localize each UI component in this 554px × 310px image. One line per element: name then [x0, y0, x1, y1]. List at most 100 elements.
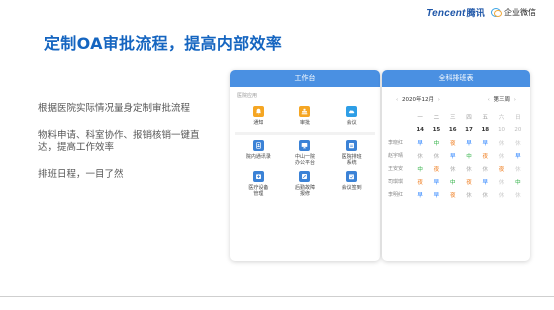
app-label: 院内通讯录 — [245, 154, 271, 160]
month-label: 2020年12月 — [401, 97, 434, 103]
monitor-icon — [299, 140, 311, 151]
shift-cell[interactable]: 夜 — [477, 149, 493, 162]
date-label[interactable]: 15 — [428, 123, 444, 136]
calendar-check-icon — [346, 171, 358, 182]
app-scheduling-system[interactable]: 医院排班 系统 — [332, 140, 372, 166]
device-icon — [252, 171, 264, 182]
shift-cell[interactable]: 休 — [510, 188, 526, 201]
grid-corner — [388, 110, 412, 123]
footer-divider — [0, 296, 554, 297]
shift-cell[interactable]: 中 — [412, 162, 428, 175]
shift-cell[interactable]: 休 — [493, 188, 509, 201]
shift-cell[interactable]: 夜 — [445, 136, 461, 149]
staff-name: 李晓红 — [388, 140, 404, 146]
shift-cell[interactable]: 早 — [477, 175, 493, 188]
app-meeting[interactable]: 会议 — [332, 106, 372, 126]
week-label: 第三周 — [493, 97, 511, 103]
shift-cell[interactable]: 休 — [412, 149, 428, 162]
app-label: 审批 — [299, 120, 310, 126]
tencent-logo: Tencent腾讯 — [426, 8, 485, 19]
shift-cell[interactable]: 夜 — [461, 175, 477, 188]
shift-cell[interactable]: 夜 — [428, 162, 444, 175]
app-contacts[interactable]: 院内通讯录 — [238, 140, 278, 166]
app-repair[interactable]: 后勤故障 报修 — [285, 171, 325, 197]
weekday-label: 六 — [498, 114, 505, 121]
contacts-icon — [252, 140, 264, 151]
date-label[interactable]: 14 — [412, 123, 428, 136]
shift-cell[interactable]: 夜 — [493, 162, 509, 175]
next-month-icon[interactable]: › — [438, 97, 440, 103]
shift-cell[interactable]: 早 — [445, 149, 461, 162]
schedule-icon — [346, 140, 358, 151]
page-title: 定制OA审批流程，提高内部效率 — [44, 34, 283, 53]
shift-cell[interactable]: 中 — [428, 136, 444, 149]
weekday-label: 二 — [433, 114, 440, 121]
shift-cell[interactable]: 休 — [461, 162, 477, 175]
schedule-grid: 一二三四五六日 14 15 16 17 18 10 20 李晓红早中夜早早休休赵宇晴休休早中夜休… — [382, 110, 530, 201]
month-selector[interactable]: ‹ 2020年12月 › — [394, 95, 442, 103]
schedule-card: 全科排班表 ‹ 2020年12月 › ‹ 第三周 › 一 二 三 四 五 六 日 14 15 16… — [382, 70, 530, 261]
date-label[interactable]: 17 — [461, 123, 477, 136]
top-app-grid: 通知 审批 会议 — [235, 102, 375, 135]
app-label: 中山一院 办公平台 — [294, 154, 315, 166]
week-selector[interactable]: ‹ 第三周 › — [486, 95, 518, 103]
shift-cell[interactable]: 夜 — [412, 175, 428, 188]
date-label[interactable]: 20 — [510, 123, 526, 136]
next-week-icon[interactable]: › — [514, 97, 516, 103]
shift-cell[interactable]: 休 — [493, 136, 509, 149]
app-notice[interactable]: 通知 — [238, 106, 278, 126]
cloud-icon — [346, 106, 358, 117]
shift-cell[interactable]: 早 — [412, 136, 428, 149]
shift-cell[interactable]: 中 — [445, 175, 461, 188]
schedule-header: 全科排班表 — [382, 70, 530, 87]
shift-cell[interactable]: 休 — [510, 136, 526, 149]
shift-cell[interactable]: 早 — [461, 136, 477, 149]
shift-cell[interactable]: 休 — [493, 175, 509, 188]
shift-cell[interactable]: 早 — [477, 136, 493, 149]
wecom-logo: 企业微信 — [491, 7, 536, 18]
prev-month-icon[interactable]: ‹ — [396, 97, 398, 103]
approval-icon — [299, 106, 311, 117]
shift-cell[interactable]: 休 — [510, 162, 526, 175]
app-label: 医院排班 系统 — [341, 154, 362, 166]
weekday-label: 五 — [482, 114, 489, 121]
weekday-label: 日 — [515, 114, 521, 121]
shift-cell[interactable]: 休 — [428, 149, 444, 162]
brand-header: Tencent腾讯 企业微信 — [426, 6, 536, 19]
app-meeting-checkin[interactable]: 会议签到 — [332, 171, 372, 197]
shift-cell[interactable]: 早 — [412, 188, 428, 201]
bell-icon — [252, 106, 264, 117]
shift-cell[interactable]: 夜 — [445, 188, 461, 201]
app-office-platform[interactable]: 中山一院 办公平台 — [285, 140, 325, 166]
shift-cell[interactable]: 休 — [477, 188, 493, 201]
workbench-card: 工作台 医院应用 通知 审批 会议 院内通讯录 中山一院 办公平台 医院排班 系… — [230, 70, 380, 261]
grid-corner — [388, 123, 412, 136]
shift-cell[interactable]: 中 — [461, 149, 477, 162]
wecom-icon — [491, 8, 502, 17]
shift-cell[interactable]: 休 — [461, 188, 477, 201]
weekday-label: 四 — [466, 114, 472, 121]
shift-cell[interactable]: 休 — [445, 162, 461, 175]
date-label[interactable]: 10 — [493, 123, 509, 136]
shift-cell[interactable]: 早 — [428, 188, 444, 201]
prev-week-icon[interactable]: ‹ — [488, 97, 490, 103]
app-approval[interactable]: 审批 — [285, 106, 325, 126]
shift-cell[interactable]: 休 — [493, 149, 509, 162]
feature-item: 排班日程，一目了然 — [38, 169, 124, 180]
app-row: 医疗设备 管理 后勤故障 报修 会议签到 — [235, 166, 375, 197]
shift-cell[interactable]: 休 — [477, 162, 493, 175]
shift-cell[interactable]: 中 — [510, 175, 526, 188]
weekday-label: 一 — [417, 114, 423, 121]
section-label: 医院应用 — [237, 93, 258, 99]
app-label: 医疗设备 管理 — [248, 185, 269, 197]
date-label[interactable]: 18 — [477, 123, 493, 136]
app-medical-device[interactable]: 医疗设备 管理 — [238, 171, 278, 197]
app-label: 会议 — [346, 120, 357, 126]
date-label[interactable]: 16 — [445, 123, 461, 136]
staff-name: 司琪琪 — [388, 179, 404, 185]
workbench-header: 工作台 — [230, 70, 380, 87]
app-label: 通知 — [253, 120, 264, 126]
shift-cell[interactable]: 早 — [510, 149, 526, 162]
shift-cell[interactable]: 早 — [428, 175, 444, 188]
calendar-nav: ‹ 2020年12月 › ‹ 第三周 › — [382, 87, 530, 103]
